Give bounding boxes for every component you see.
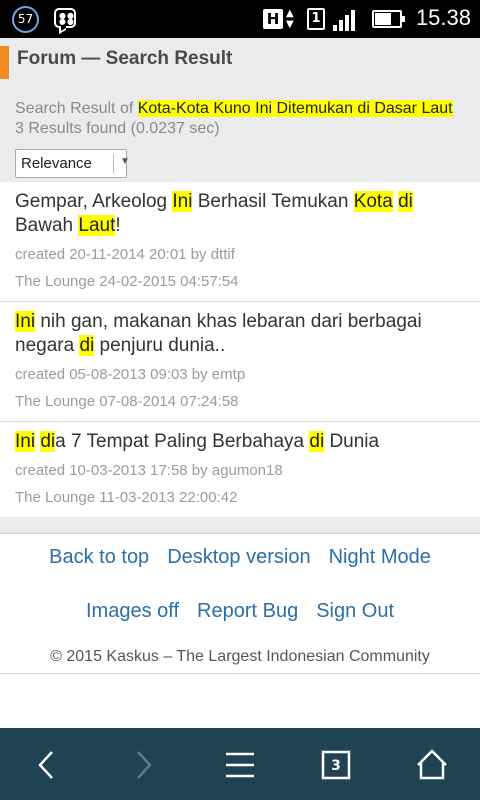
footer: Back to top Desktop version Night Mode Ima… <box>0 534 480 674</box>
title-text: ! <box>115 215 121 236</box>
sort-divider <box>113 154 114 173</box>
highlighted-term: di <box>79 335 95 356</box>
tab-count: 3 <box>331 758 341 774</box>
sim-icon: 1 <box>307 8 325 30</box>
desktop-version-link[interactable]: Desktop version <box>167 546 310 569</box>
footer-divider <box>0 673 480 674</box>
network-type-icon: H <box>263 9 283 29</box>
signal-icon <box>333 9 361 31</box>
page-title: Forum — Search Result <box>17 48 233 69</box>
title-text: Bawah <box>15 215 79 236</box>
back-icon[interactable] <box>22 740 72 790</box>
highlighted-term: di <box>398 191 413 212</box>
report-bug-link[interactable]: Report Bug <box>197 600 298 623</box>
notification-count-badge: 57 <box>12 6 39 33</box>
bbm-icon: ●● ●● <box>54 8 76 28</box>
result-forum: The Lounge 24-02-2015 04:57:54 <box>15 273 239 290</box>
highlighted-term: Ini <box>15 431 36 452</box>
battery-icon <box>372 10 405 28</box>
network-arrows-icon: ▲ ▼ <box>286 8 294 30</box>
title-text: Gempar, Arkeolog <box>15 191 173 212</box>
footer-links-row-1: Back to top Desktop version Night Mode <box>0 546 480 569</box>
result-meta: created 10-03-2013 17:58 by agumon18 <box>15 462 283 479</box>
result-forum: The Lounge 07-08-2014 07:24:58 <box>15 393 239 410</box>
highlighted-term: Laut <box>78 215 116 236</box>
search-header: Forum — Search Result Search Result of K… <box>0 38 480 182</box>
browser-nav-bar: 3 <box>0 728 480 800</box>
title-text: Berhasil Temukan <box>192 191 354 212</box>
tabs-icon[interactable]: 3 <box>311 740 361 790</box>
section-divider <box>0 517 480 534</box>
result-title[interactable]: Ini dia 7 Tempat Paling Berbahaya di Dun… <box>15 430 465 454</box>
menu-icon[interactable] <box>215 740 265 790</box>
clock: 15.38 <box>415 5 471 30</box>
result-title[interactable]: Ini nih gan, makanan khas lebaran dari b… <box>15 310 465 358</box>
result-item[interactable]: Gempar, Arkeolog Ini Berhasil Temukan Ko… <box>0 182 480 302</box>
result-item[interactable]: Ini dia 7 Tempat Paling Berbahaya di Dun… <box>0 422 480 518</box>
results-list: Gempar, Arkeolog Ini Berhasil Temukan Ko… <box>0 182 480 518</box>
forward-icon[interactable] <box>118 740 168 790</box>
sort-select[interactable]: Relevance ▼ <box>15 149 130 178</box>
copyright: © 2015 Kaskus – The Largest Indonesian C… <box>50 648 430 665</box>
sign-out-link[interactable]: Sign Out <box>316 600 394 623</box>
highlighted-term: di <box>309 431 325 452</box>
home-icon[interactable] <box>407 740 457 790</box>
title-text: Dunia <box>324 431 380 452</box>
images-off-link[interactable]: Images off <box>86 600 179 623</box>
back-to-top-link[interactable]: Back to top <box>49 546 149 569</box>
header-accent-bar <box>0 46 9 79</box>
chevron-down-icon: ▼ <box>120 156 130 167</box>
night-mode-link[interactable]: Night Mode <box>329 546 431 569</box>
search-summary: Search Result of Kota-Kota Kuno Ini Dite… <box>15 99 455 139</box>
result-meta: created 20-11-2014 20:01 by dttif <box>15 246 235 263</box>
footer-links-row-2: Images off Report Bug Sign Out <box>0 600 480 623</box>
summary-suffix: 3 Results found (0.0237 sec) <box>15 120 220 137</box>
highlighted-term: Ini <box>15 311 36 332</box>
search-query: Kota-Kota Kuno Ini Ditemukan di Dasar La… <box>137 100 453 117</box>
result-forum: The Lounge 11-03-2013 22:00:42 <box>15 489 238 506</box>
result-meta: created 05-08-2013 09:03 by emtp <box>15 366 246 383</box>
title-text: penjuru dunia.. <box>94 335 226 356</box>
summary-prefix: Search Result of <box>15 100 138 117</box>
highlighted-term: Kota <box>353 191 393 212</box>
result-title[interactable]: Gempar, Arkeolog Ini Berhasil Temukan Ko… <box>15 190 465 238</box>
highlighted-term: di <box>40 431 56 452</box>
result-item[interactable]: Ini nih gan, makanan khas lebaran dari b… <box>0 302 480 422</box>
sort-selected-value: Relevance <box>21 155 92 172</box>
status-bar: 57 ●● ●● H ▲ ▼ 1 15.38 <box>0 0 480 38</box>
highlighted-term: Ini <box>172 191 193 212</box>
title-text: a 7 Tempat Paling Berbahaya <box>55 431 310 452</box>
